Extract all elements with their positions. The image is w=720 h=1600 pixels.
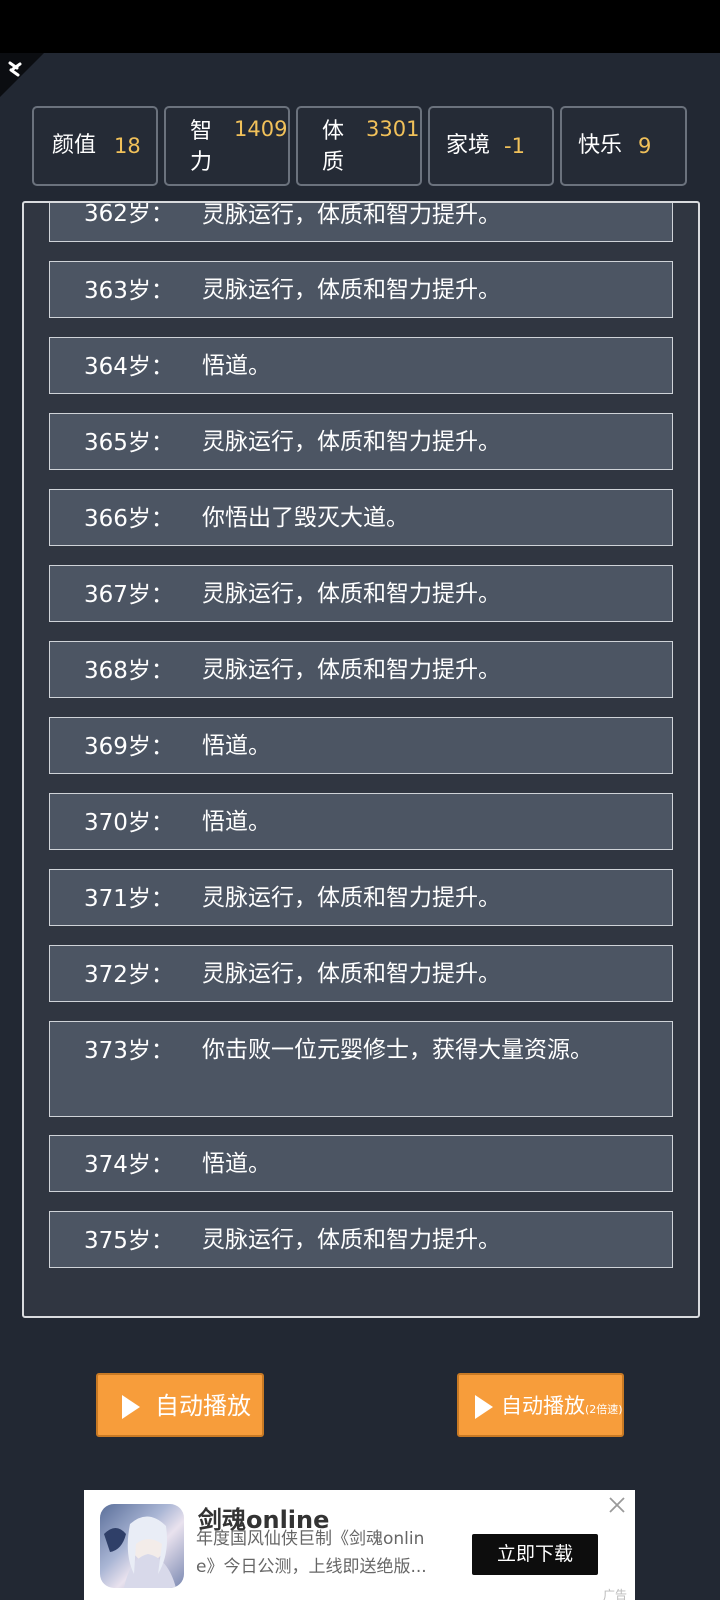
- log-text: 悟道。: [202, 353, 271, 379]
- log-text: 你悟出了毁灭大道。: [202, 505, 409, 531]
- log-age: 371岁：: [84, 886, 174, 912]
- auto-play-label: 自动播放: [155, 1392, 251, 1420]
- log-age: 375岁：: [84, 1228, 174, 1254]
- auto-play-button[interactable]: 自动播放: [96, 1373, 264, 1437]
- log-text: 悟道。: [202, 733, 271, 759]
- log-text: 灵脉运行，体质和智力提升。: [202, 657, 501, 683]
- ad-banner[interactable]: 剑魂online 年度国风仙侠巨制《剑魂online》今日公测，上线即送绝版..…: [84, 1490, 635, 1600]
- play-icon: [122, 1395, 140, 1419]
- log-text: 灵脉运行，体质和智力提升。: [202, 885, 501, 911]
- life-log-panel[interactable]: 362岁： 灵脉运行，体质和智力提升。 363岁： 灵脉运行，体质和智力提升。 …: [22, 201, 700, 1318]
- log-row: 375岁： 灵脉运行，体质和智力提升。: [49, 1211, 673, 1268]
- log-age: 363岁：: [84, 278, 174, 304]
- log-row: 373岁： 你击败一位元婴修士，获得大量资源。: [49, 1021, 673, 1117]
- status-bar: [0, 0, 720, 53]
- stat-intelligence: 智力 1409: [164, 106, 290, 186]
- stat-label: 家境: [446, 133, 491, 158]
- log-text: 悟道。: [202, 1151, 271, 1177]
- log-row: 371岁： 灵脉运行，体质和智力提升。: [49, 869, 673, 926]
- log-row: 367岁： 灵脉运行，体质和智力提升。: [49, 565, 673, 622]
- log-row: 363岁： 灵脉运行，体质和智力提升。: [49, 261, 673, 318]
- log-age: 369岁：: [84, 734, 174, 760]
- log-text: 灵脉运行，体质和智力提升。: [202, 961, 501, 987]
- auto-play-fast-button[interactable]: 自动播放(2倍速): [457, 1373, 624, 1437]
- speed-label: (2倍速): [585, 1403, 623, 1416]
- log-age: 362岁：: [84, 201, 174, 227]
- log-row: 374岁： 悟道。: [49, 1135, 673, 1192]
- log-text: 灵脉运行，体质和智力提升。: [202, 277, 501, 303]
- ad-description: 年度国风仙侠巨制《剑魂online》今日公测，上线即送绝版...: [196, 1529, 427, 1577]
- stat-value: 9: [638, 134, 652, 158]
- log-age: 365岁：: [84, 430, 174, 456]
- log-age: 364岁：: [84, 354, 174, 380]
- stat-label: 快乐: [578, 133, 623, 158]
- log-age: 370岁：: [84, 810, 174, 836]
- log-row: 368岁： 灵脉运行，体质和智力提升。: [49, 641, 673, 698]
- log-row: 372岁： 灵脉运行，体质和智力提升。: [49, 945, 673, 1002]
- close-icon[interactable]: [607, 1495, 627, 1515]
- stat-value: 18: [114, 134, 141, 158]
- stat-label: 颜值: [52, 133, 97, 158]
- log-row: 364岁： 悟道。: [49, 337, 673, 394]
- log-text: 灵脉运行，体质和智力提升。: [202, 202, 501, 228]
- stat-constitution: 体质 3301: [296, 106, 422, 186]
- log-age: 373岁：: [84, 1038, 174, 1064]
- auto-play-fast-text: 自动播放: [501, 1394, 585, 1418]
- stat-value: -1: [504, 134, 525, 158]
- stat-label: 体质: [322, 119, 345, 175]
- stat-family: 家境 -1: [428, 106, 554, 186]
- log-text: 悟道。: [202, 809, 271, 835]
- log-row: 362岁： 灵脉运行，体质和智力提升。: [49, 201, 673, 242]
- log-age: 366岁：: [84, 506, 174, 532]
- stats-row: 颜值 18 智力 1409 体质 3301 家境 -1 快乐 9: [32, 106, 688, 186]
- stat-label: 智力: [190, 119, 213, 175]
- log-row: 370岁： 悟道。: [49, 793, 673, 850]
- stat-value: 3301: [366, 117, 420, 141]
- ad-label: 广告: [603, 1588, 628, 1600]
- play-icon: [475, 1395, 493, 1419]
- log-age: 374岁：: [84, 1152, 174, 1178]
- stat-happiness: 快乐 9: [560, 106, 687, 186]
- log-text: 灵脉运行，体质和智力提升。: [202, 581, 501, 607]
- log-row: 366岁： 你悟出了毁灭大道。: [49, 489, 673, 546]
- auto-play-fast-label: 自动播放(2倍速): [501, 1389, 623, 1427]
- fullscreen-icon[interactable]: [8, 60, 30, 78]
- ad-thumbnail[interactable]: [100, 1504, 184, 1588]
- log-text: 灵脉运行，体质和智力提升。: [202, 429, 501, 455]
- stat-appearance: 颜值 18: [32, 106, 158, 186]
- log-age: 368岁：: [84, 658, 174, 684]
- log-age: 372岁：: [84, 962, 174, 988]
- log-row: 365岁： 灵脉运行，体质和智力提升。: [49, 413, 673, 470]
- log-row: 369岁： 悟道。: [49, 717, 673, 774]
- log-age: 367岁：: [84, 582, 174, 608]
- log-text: 灵脉运行，体质和智力提升。: [202, 1227, 501, 1253]
- stat-value: 1409: [234, 117, 288, 141]
- ad-download-button[interactable]: 立即下载: [472, 1534, 598, 1575]
- log-text: 你击败一位元婴修士，获得大量资源。: [202, 1037, 593, 1063]
